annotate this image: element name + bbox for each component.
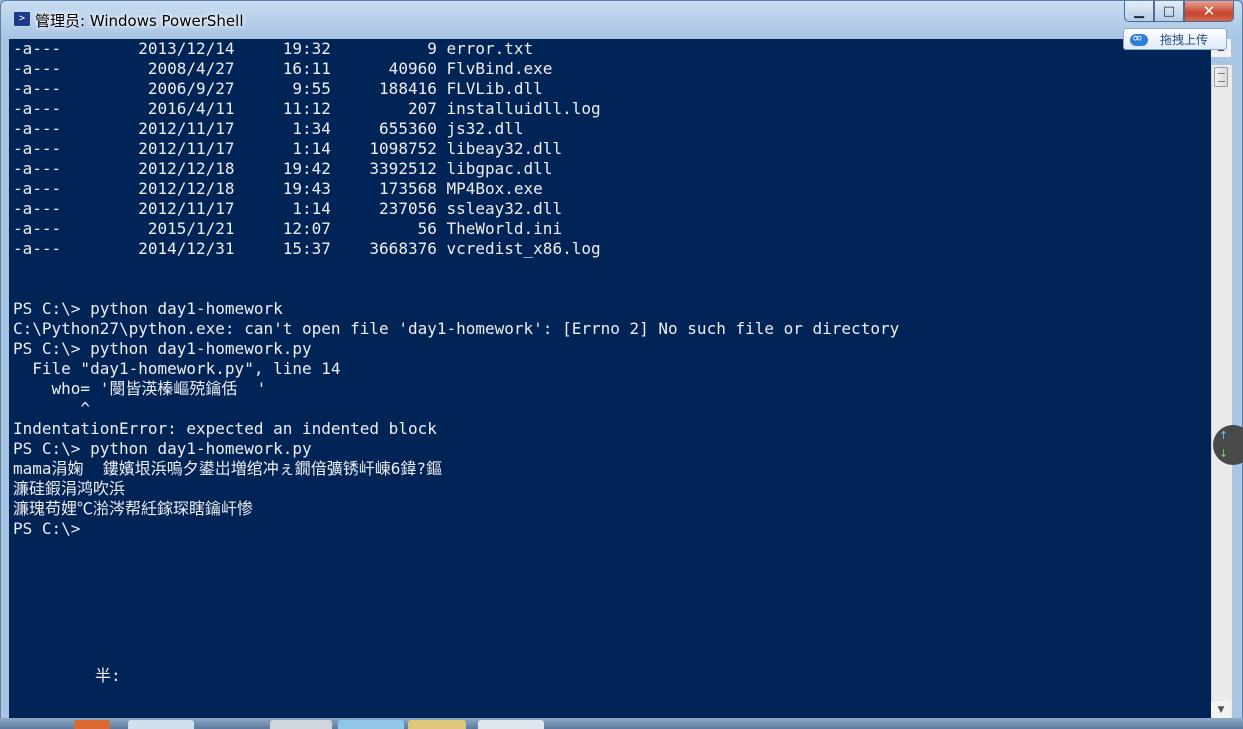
console-line: PS C:\> python day1-homework.py bbox=[13, 339, 312, 358]
console-line: -a--- 2014/12/31 15:37 3668376 vcredist_… bbox=[13, 239, 601, 258]
drag-upload-label: 拖拽上传 bbox=[1160, 32, 1209, 47]
console-line: -a--- 2013/12/14 19:32 9 error.txt bbox=[13, 39, 534, 58]
console-text: -a--- 2013/12/14 19:32 9 error.txt -a---… bbox=[9, 39, 1211, 539]
powershell-window: > 管理员: Windows PowerShell ▁ □ ✕ 拖拽上传 -a-… bbox=[0, 0, 1243, 729]
console-line: -a--- 2012/11/17 1:34 655360 js32.dll bbox=[13, 119, 524, 138]
maximize-button[interactable]: □ bbox=[1154, 1, 1184, 22]
console-line: File "day1-homework.py", line 14 bbox=[13, 359, 341, 378]
scroll-thumb[interactable] bbox=[1214, 67, 1228, 87]
console-line: -a--- 2012/11/17 1:14 1098752 libeay32.d… bbox=[13, 139, 563, 158]
console-line: PS C:\> bbox=[13, 519, 81, 538]
taskbar-app-button[interactable] bbox=[128, 720, 194, 729]
console-line: C:\Python27\python.exe: can't open file … bbox=[13, 319, 900, 338]
baidu-cloud-icon bbox=[1129, 31, 1149, 47]
console-line: -a--- 2012/11/17 1:14 237056 ssleay32.dl… bbox=[13, 199, 563, 218]
console-line: -a--- 2012/12/18 19:42 3392512 libgpac.d… bbox=[13, 159, 553, 178]
console-line: -a--- 2006/9/27 9:55 188416 FLVLib.dll bbox=[13, 79, 543, 98]
console-line: 濂硅鍜涓鸿吹浜 bbox=[13, 479, 126, 498]
window-controls: ▁ □ ✕ bbox=[1124, 1, 1234, 23]
minimize-icon: ▁ bbox=[1134, 3, 1144, 19]
close-icon: ✕ bbox=[1202, 2, 1216, 20]
taskbar-app-button[interactable] bbox=[408, 720, 466, 729]
console-line: IndentationError: expected an indented b… bbox=[13, 419, 437, 438]
arrow-down-icon[interactable]: ↓ bbox=[1219, 447, 1228, 460]
close-button[interactable]: ✕ bbox=[1184, 1, 1234, 22]
chevron-down-icon: ▼ bbox=[1217, 705, 1225, 715]
console-line: who= '閿皆渶榛嶇殑鑰佸 ' bbox=[13, 379, 267, 398]
console-line: -a--- 2015/1/21 12:07 56 TheWorld.ini bbox=[13, 219, 563, 238]
title-bar[interactable]: > 管理员: Windows PowerShell ▁ □ ✕ bbox=[1, 1, 1242, 39]
window-title: 管理员: Windows PowerShell bbox=[35, 12, 244, 30]
console-line: -a--- 2012/12/18 19:43 173568 MP4Box.exe bbox=[13, 179, 543, 198]
drag-upload-button[interactable]: 拖拽上传 bbox=[1123, 28, 1227, 50]
console-line: -a--- 2016/4/11 11:12 207 installuidll.l… bbox=[13, 99, 601, 118]
console-output[interactable]: -a--- 2013/12/14 19:32 9 error.txt -a---… bbox=[9, 39, 1211, 719]
taskbar-app-button[interactable] bbox=[478, 720, 544, 729]
taskbar-app-button[interactable] bbox=[74, 720, 110, 729]
taskbar-app-button[interactable] bbox=[270, 720, 332, 729]
console-line: PS C:\> python day1-homework.py bbox=[13, 439, 312, 458]
minimize-button[interactable]: ▁ bbox=[1124, 1, 1154, 22]
console-line: PS C:\> python day1-homework bbox=[13, 299, 283, 318]
console-line: 濂瑰苟娌℃湁涔帮紝鎵琛瞎鑰屽惨 bbox=[13, 499, 254, 518]
console-line: ^ bbox=[13, 399, 91, 418]
scroll-down-button[interactable]: ▼ bbox=[1211, 701, 1231, 719]
maximize-icon: □ bbox=[1162, 3, 1176, 19]
taskbar-app-button[interactable] bbox=[338, 720, 404, 729]
arrow-up-icon[interactable]: ↑ bbox=[1219, 429, 1228, 442]
vertical-scrollbar[interactable] bbox=[1211, 65, 1232, 719]
ime-status-text: 半: bbox=[95, 666, 121, 685]
console-line: mama涓婅 鏤嬪垠浜嗚夕鍙岀増绾冲ぇ鐗偣彍锈屽崠6鍏?鏂 bbox=[13, 459, 443, 478]
powershell-icon[interactable]: > bbox=[13, 11, 31, 27]
console-line: -a--- 2008/4/27 16:11 40960 FlvBind.exe bbox=[13, 59, 553, 78]
